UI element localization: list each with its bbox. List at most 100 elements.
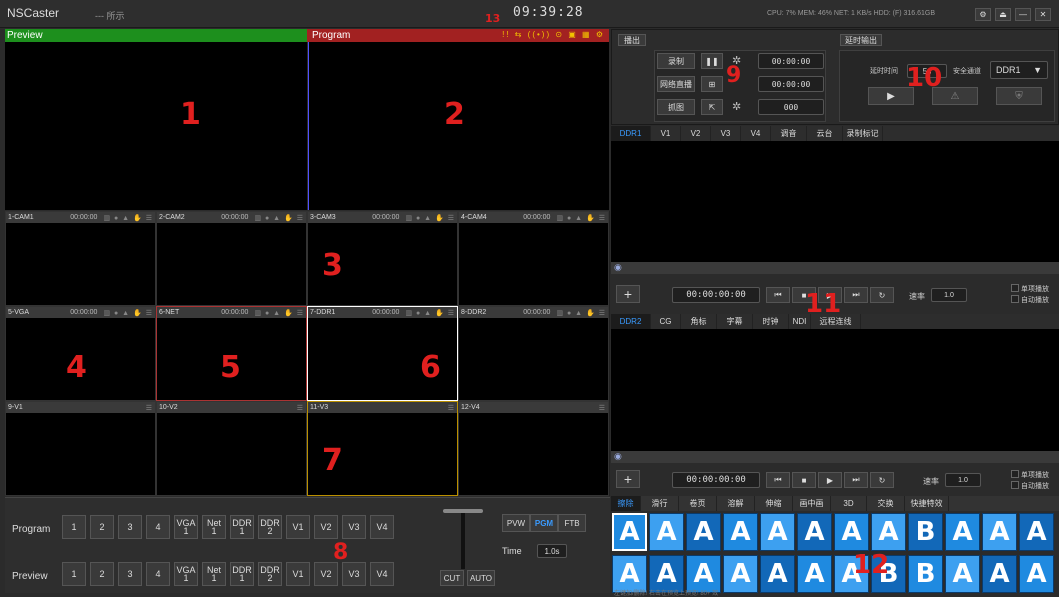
multiview-cell-icons[interactable]: ▥ ● ▲ ✋ ☰ — [405, 309, 455, 317]
transition-tab-5[interactable]: 伸缩 — [755, 496, 793, 511]
ddr1-speed-input[interactable]: 1.0 — [931, 288, 967, 302]
ddr1-next-icon[interactable]: ⏭ — [844, 287, 868, 303]
program-source-button-2[interactable]: 2 — [90, 515, 114, 539]
multiview-cell-icons[interactable]: ☰ — [599, 404, 606, 412]
snapshot-export-icon[interactable]: ⇱ — [701, 99, 723, 115]
transition-effect-tile[interactable]: A — [982, 513, 1017, 551]
multiview-cell-icons[interactable]: ▥ ● ▲ ✋ ☰ — [103, 214, 153, 222]
minimize-icon[interactable]: — — [1015, 8, 1031, 21]
media-tab-5[interactable]: 时钟 — [753, 314, 789, 329]
eject-icon[interactable]: ⏏ — [995, 8, 1011, 21]
program-source-button-6[interactable]: Net 1 — [202, 515, 226, 539]
multiview-cell-icons[interactable]: ☰ — [297, 404, 304, 412]
transition-effect-tile[interactable]: A — [834, 513, 869, 551]
pvw-mode-button[interactable]: PVW — [502, 514, 530, 532]
ddr1-prev-icon[interactable]: ⏮ — [766, 287, 790, 303]
transition-effect-tile[interactable]: A — [1019, 513, 1054, 551]
settings-icon[interactable]: ⚙ — [975, 8, 991, 21]
ddr2-play-icon[interactable]: ▶ — [818, 472, 842, 488]
media-tab-7[interactable]: 云台 — [807, 126, 843, 141]
preview-source-button-12[interactable]: V4 — [370, 562, 394, 586]
cut-button[interactable]: CUT — [440, 570, 464, 586]
playhead-icon-2[interactable]: ◉ — [614, 451, 622, 462]
transition-tab-4[interactable]: 溶解 — [717, 496, 755, 511]
preview-source-button-1[interactable]: 1 — [62, 562, 86, 586]
transition-effect-tile[interactable]: A — [945, 513, 980, 551]
playhead-icon[interactable]: ◉ — [614, 262, 622, 273]
ddr1-auto-play-checkbox[interactable] — [1011, 295, 1019, 303]
program-source-button-7[interactable]: DDR 1 — [230, 515, 254, 539]
transition-effect-tile[interactable]: A — [686, 513, 721, 551]
program-source-button-11[interactable]: V3 — [342, 515, 366, 539]
multiview-cell-icons[interactable]: ▥ ● ▲ ✋ ☰ — [254, 309, 304, 317]
media-tab-1[interactable]: DDR1 — [611, 126, 651, 141]
ddr2-loop-icon[interactable]: ↻ — [870, 472, 894, 488]
media-tab-3[interactable]: 角标 — [681, 314, 717, 329]
transition-effect-tile[interactable]: A — [797, 555, 832, 593]
media-tab-4[interactable]: V3 — [711, 126, 741, 141]
multiview-cell-2[interactable]: 2-CAM2 00:00:00 ▥ ● ▲ ✋ ☰ — [156, 211, 307, 306]
ddr2-player-screen[interactable] — [611, 329, 1059, 451]
preview-source-button-5[interactable]: VGA 1 — [174, 562, 198, 586]
ddr2-auto-play-checkbox[interactable] — [1011, 481, 1019, 489]
ddr1-seek-bar[interactable]: ◉ — [611, 262, 1059, 274]
transition-tab-3[interactable]: 卷页 — [679, 496, 717, 511]
preview-source-button-6[interactable]: Net 1 — [202, 562, 226, 586]
transition-time-input[interactable]: 1.0s — [537, 544, 567, 558]
delay-output-tab[interactable]: 延时输出 — [840, 34, 882, 46]
transition-effect-tile[interactable]: B — [908, 555, 943, 593]
ddr1-single-play-checkbox[interactable] — [1011, 284, 1019, 292]
ftb-mode-button[interactable]: FTB — [558, 514, 586, 532]
media-tab-4[interactable]: 字幕 — [717, 314, 753, 329]
media-tab-3[interactable]: V2 — [681, 126, 711, 141]
delay-shield-button[interactable]: ⛨ — [996, 87, 1042, 105]
multiview-cell-icons[interactable]: ▥ ● ▲ ✋ ☰ — [405, 214, 455, 222]
program-source-button-4[interactable]: 4 — [146, 515, 170, 539]
multiview-cell-icons[interactable]: ▥ ● ▲ ✋ ☰ — [556, 214, 606, 222]
transition-tab-8[interactable]: 交换 — [867, 496, 905, 511]
ddr2-next-icon[interactable]: ⏭ — [844, 472, 868, 488]
transition-effect-tile[interactable]: A — [723, 555, 758, 593]
program-source-button-12[interactable]: V4 — [370, 515, 394, 539]
media-tab-1[interactable]: DDR2 — [611, 314, 651, 329]
stream-button[interactable]: 网络直播 — [657, 76, 695, 92]
record-button[interactable]: 录制 — [657, 53, 695, 69]
transition-effect-tile[interactable]: A — [1019, 555, 1054, 593]
transition-effect-tile[interactable]: A — [760, 555, 795, 593]
transition-tab-9[interactable]: 快捷特效 — [905, 496, 949, 511]
multiview-cell-9[interactable]: 9-V1 ☰ — [5, 401, 156, 496]
transition-effect-tile[interactable]: A — [797, 513, 832, 551]
media-tab-7[interactable]: 远程连线 — [811, 314, 861, 329]
ddr1-player-screen[interactable] — [611, 141, 1059, 262]
preview-source-button-11[interactable]: V3 — [342, 562, 366, 586]
multiview-cell-icons[interactable]: ▥ ● ▲ ✋ ☰ — [254, 214, 304, 222]
auto-button[interactable]: AUTO — [467, 570, 495, 586]
ddr1-loop-icon[interactable]: ↻ — [870, 287, 894, 303]
media-tab-5[interactable]: V4 — [741, 126, 771, 141]
ddr2-stop-icon[interactable]: ■ — [792, 472, 816, 488]
program-source-button-1[interactable]: 1 — [62, 515, 86, 539]
preview-source-button-4[interactable]: 4 — [146, 562, 170, 586]
transition-tab-1[interactable]: 擦除 — [611, 496, 641, 511]
transition-effect-tile[interactable]: A — [871, 513, 906, 551]
multiview-cell-4[interactable]: 4-CAM4 00:00:00 ▥ ● ▲ ✋ ☰ — [458, 211, 609, 306]
multiview-cell-10[interactable]: 10-V2 ☰ — [156, 401, 307, 496]
transition-effect-tile[interactable]: A — [760, 513, 795, 551]
tbar-track[interactable] — [461, 513, 465, 569]
transition-tab-2[interactable]: 滑行 — [641, 496, 679, 511]
media-tab-6[interactable]: NDI — [789, 314, 811, 329]
multiview-cell-icons[interactable]: ☰ — [448, 404, 455, 412]
ddr2-prev-icon[interactable]: ⏮ — [766, 472, 790, 488]
multiview-cell-icons[interactable]: ☰ — [146, 404, 153, 412]
transition-effect-tile[interactable]: A — [649, 513, 684, 551]
snapshot-button[interactable]: 抓图 — [657, 99, 695, 115]
preview-source-button-3[interactable]: 3 — [118, 562, 142, 586]
preview-source-button-2[interactable]: 2 — [90, 562, 114, 586]
preview-source-button-10[interactable]: V2 — [314, 562, 338, 586]
transition-tab-6[interactable]: 画中画 — [793, 496, 831, 511]
stream-config-icon[interactable]: ⊞ — [701, 76, 723, 92]
multiview-cell-12[interactable]: 12-V4 ☰ — [458, 401, 609, 496]
preview-source-button-7[interactable]: DDR 1 — [230, 562, 254, 586]
safe-channel-select[interactable]: DDR1 ▼ — [990, 61, 1048, 79]
snapshot-settings-icon[interactable]: ✲ — [732, 100, 741, 113]
